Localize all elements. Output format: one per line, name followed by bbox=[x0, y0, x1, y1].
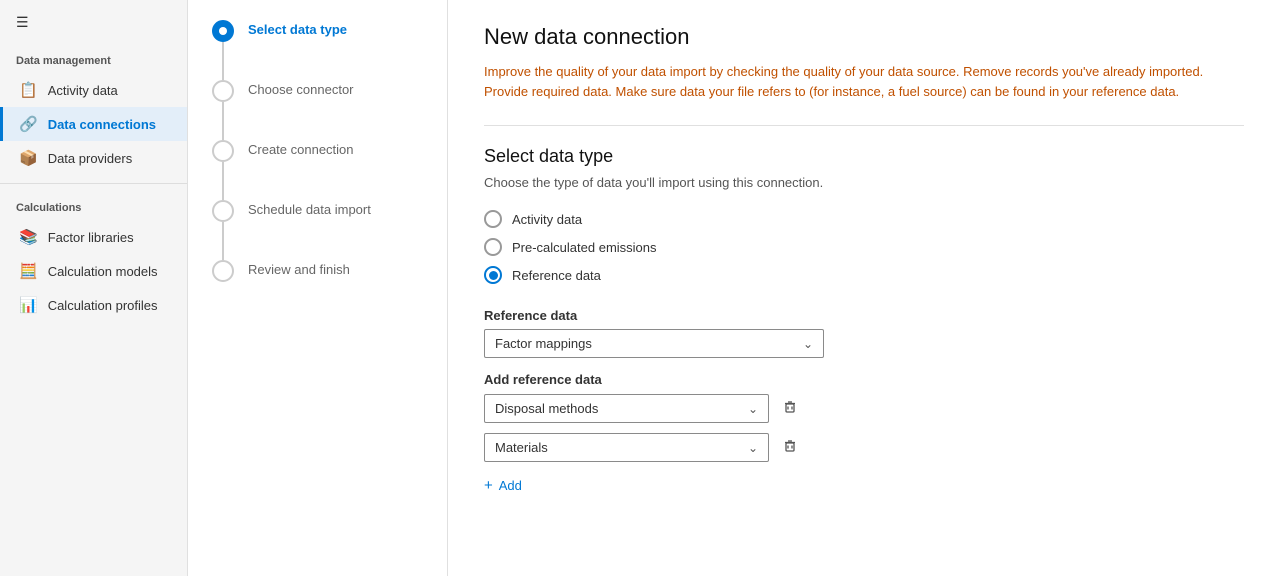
step-3-line bbox=[222, 162, 224, 200]
activity-data-icon: 📋 bbox=[19, 81, 38, 99]
add-ref-row-1: Disposal methods ⌄ bbox=[484, 393, 1244, 424]
page-title: New data connection bbox=[484, 24, 1244, 50]
add-ref-dropdown-1[interactable]: Disposal methods ⌄ bbox=[484, 394, 769, 423]
add-reference-button[interactable]: + Add bbox=[484, 471, 522, 500]
delete-row-2-button[interactable] bbox=[777, 432, 803, 463]
chevron-down-icon-1: ⌄ bbox=[748, 402, 758, 416]
sidebar-item-label: Factor libraries bbox=[48, 230, 134, 245]
step-5-label[interactable]: Review and finish bbox=[248, 260, 350, 277]
add-ref-value-1: Disposal methods bbox=[495, 401, 598, 416]
step-schedule-data-import: Schedule data import bbox=[212, 200, 423, 260]
content-divider bbox=[484, 125, 1244, 126]
sidebar-item-label: Calculation profiles bbox=[48, 298, 158, 313]
sidebar-item-calculation-profiles[interactable]: 📊 Calculation profiles bbox=[0, 288, 187, 322]
add-ref-value-2: Materials bbox=[495, 440, 548, 455]
step-3-label[interactable]: Create connection bbox=[248, 140, 354, 157]
step-4-circle bbox=[212, 200, 234, 222]
calculation-profiles-icon: 📊 bbox=[19, 296, 38, 314]
calculations-section: Calculations bbox=[0, 192, 187, 220]
add-reference-data-field: Add reference data Disposal methods ⌄ Ma… bbox=[484, 372, 1244, 500]
reference-data-value: Factor mappings bbox=[495, 336, 592, 351]
step-1-line bbox=[222, 42, 224, 80]
radio-label-activity: Activity data bbox=[512, 212, 582, 227]
stepper-panel: Select data type Choose connector Create… bbox=[188, 0, 448, 576]
info-text: Improve the quality of your data import … bbox=[484, 62, 1224, 101]
sidebar-item-label: Data connections bbox=[48, 117, 156, 132]
step-2-label[interactable]: Choose connector bbox=[248, 80, 354, 97]
section-desc: Choose the type of data you'll import us… bbox=[484, 175, 1244, 190]
step-review-and-finish: Review and finish bbox=[212, 260, 423, 282]
add-ref-row-2: Materials ⌄ bbox=[484, 432, 1244, 463]
step-1-circle bbox=[212, 20, 234, 42]
reference-data-dropdown[interactable]: Factor mappings ⌄ bbox=[484, 329, 824, 358]
radio-pre-calculated-emissions[interactable]: Pre-calculated emissions bbox=[484, 238, 1244, 256]
add-reference-label: Add reference data bbox=[484, 372, 1244, 387]
reference-data-field: Reference data Factor mappings ⌄ bbox=[484, 308, 1244, 358]
step-2-line bbox=[222, 102, 224, 140]
sidebar-item-data-connections[interactable]: 🔗 Data connections bbox=[0, 107, 187, 141]
reference-data-label: Reference data bbox=[484, 308, 1244, 323]
trash-icon-2 bbox=[781, 436, 799, 454]
radio-circle-reference bbox=[484, 266, 502, 284]
step-create-connection: Create connection bbox=[212, 140, 423, 200]
radio-activity-data[interactable]: Activity data bbox=[484, 210, 1244, 228]
sidebar: ☰ Data management 📋 Activity data 🔗 Data… bbox=[0, 0, 188, 576]
add-ref-dropdown-2[interactable]: Materials ⌄ bbox=[484, 433, 769, 462]
sidebar-item-data-providers[interactable]: 📦 Data providers bbox=[0, 141, 187, 175]
sidebar-item-calculation-models[interactable]: 🧮 Calculation models bbox=[0, 254, 187, 288]
radio-circle-activity bbox=[484, 210, 502, 228]
step-4-label[interactable]: Schedule data import bbox=[248, 200, 371, 217]
sidebar-item-factor-libraries[interactable]: 📚 Factor libraries bbox=[0, 220, 187, 254]
trash-icon-1 bbox=[781, 397, 799, 415]
step-2-circle bbox=[212, 80, 234, 102]
step-4-line bbox=[222, 222, 224, 260]
step-5-circle bbox=[212, 260, 234, 282]
section-title: Select data type bbox=[484, 146, 1244, 167]
sidebar-divider bbox=[0, 183, 187, 184]
sidebar-item-activity-data[interactable]: 📋 Activity data bbox=[0, 73, 187, 107]
calculation-models-icon: 🧮 bbox=[19, 262, 38, 280]
sidebar-item-label: Calculation models bbox=[48, 264, 158, 279]
radio-reference-data[interactable]: Reference data bbox=[484, 266, 1244, 284]
data-providers-icon: 📦 bbox=[19, 149, 38, 167]
chevron-down-icon: ⌄ bbox=[803, 337, 813, 351]
step-3-circle bbox=[212, 140, 234, 162]
hamburger-menu[interactable]: ☰ bbox=[0, 0, 187, 45]
sidebar-item-label: Data providers bbox=[48, 151, 133, 166]
step-select-data-type: Select data type bbox=[212, 20, 423, 80]
step-1-label[interactable]: Select data type bbox=[248, 20, 347, 37]
chevron-down-icon-2: ⌄ bbox=[748, 441, 758, 455]
radio-circle-pre-calc bbox=[484, 238, 502, 256]
radio-label-reference: Reference data bbox=[512, 268, 601, 283]
data-connections-icon: 🔗 bbox=[19, 115, 38, 133]
plus-icon: + bbox=[484, 477, 493, 494]
factor-libraries-icon: 📚 bbox=[19, 228, 38, 246]
sidebar-item-label: Activity data bbox=[48, 83, 118, 98]
data-management-section: Data management bbox=[0, 45, 187, 73]
step-choose-connector: Choose connector bbox=[212, 80, 423, 140]
add-button-label: Add bbox=[499, 478, 522, 493]
data-type-radio-group: Activity data Pre-calculated emissions R… bbox=[484, 210, 1244, 284]
delete-row-1-button[interactable] bbox=[777, 393, 803, 424]
main-content: New data connection Improve the quality … bbox=[448, 0, 1280, 576]
radio-label-pre-calc: Pre-calculated emissions bbox=[512, 240, 657, 255]
